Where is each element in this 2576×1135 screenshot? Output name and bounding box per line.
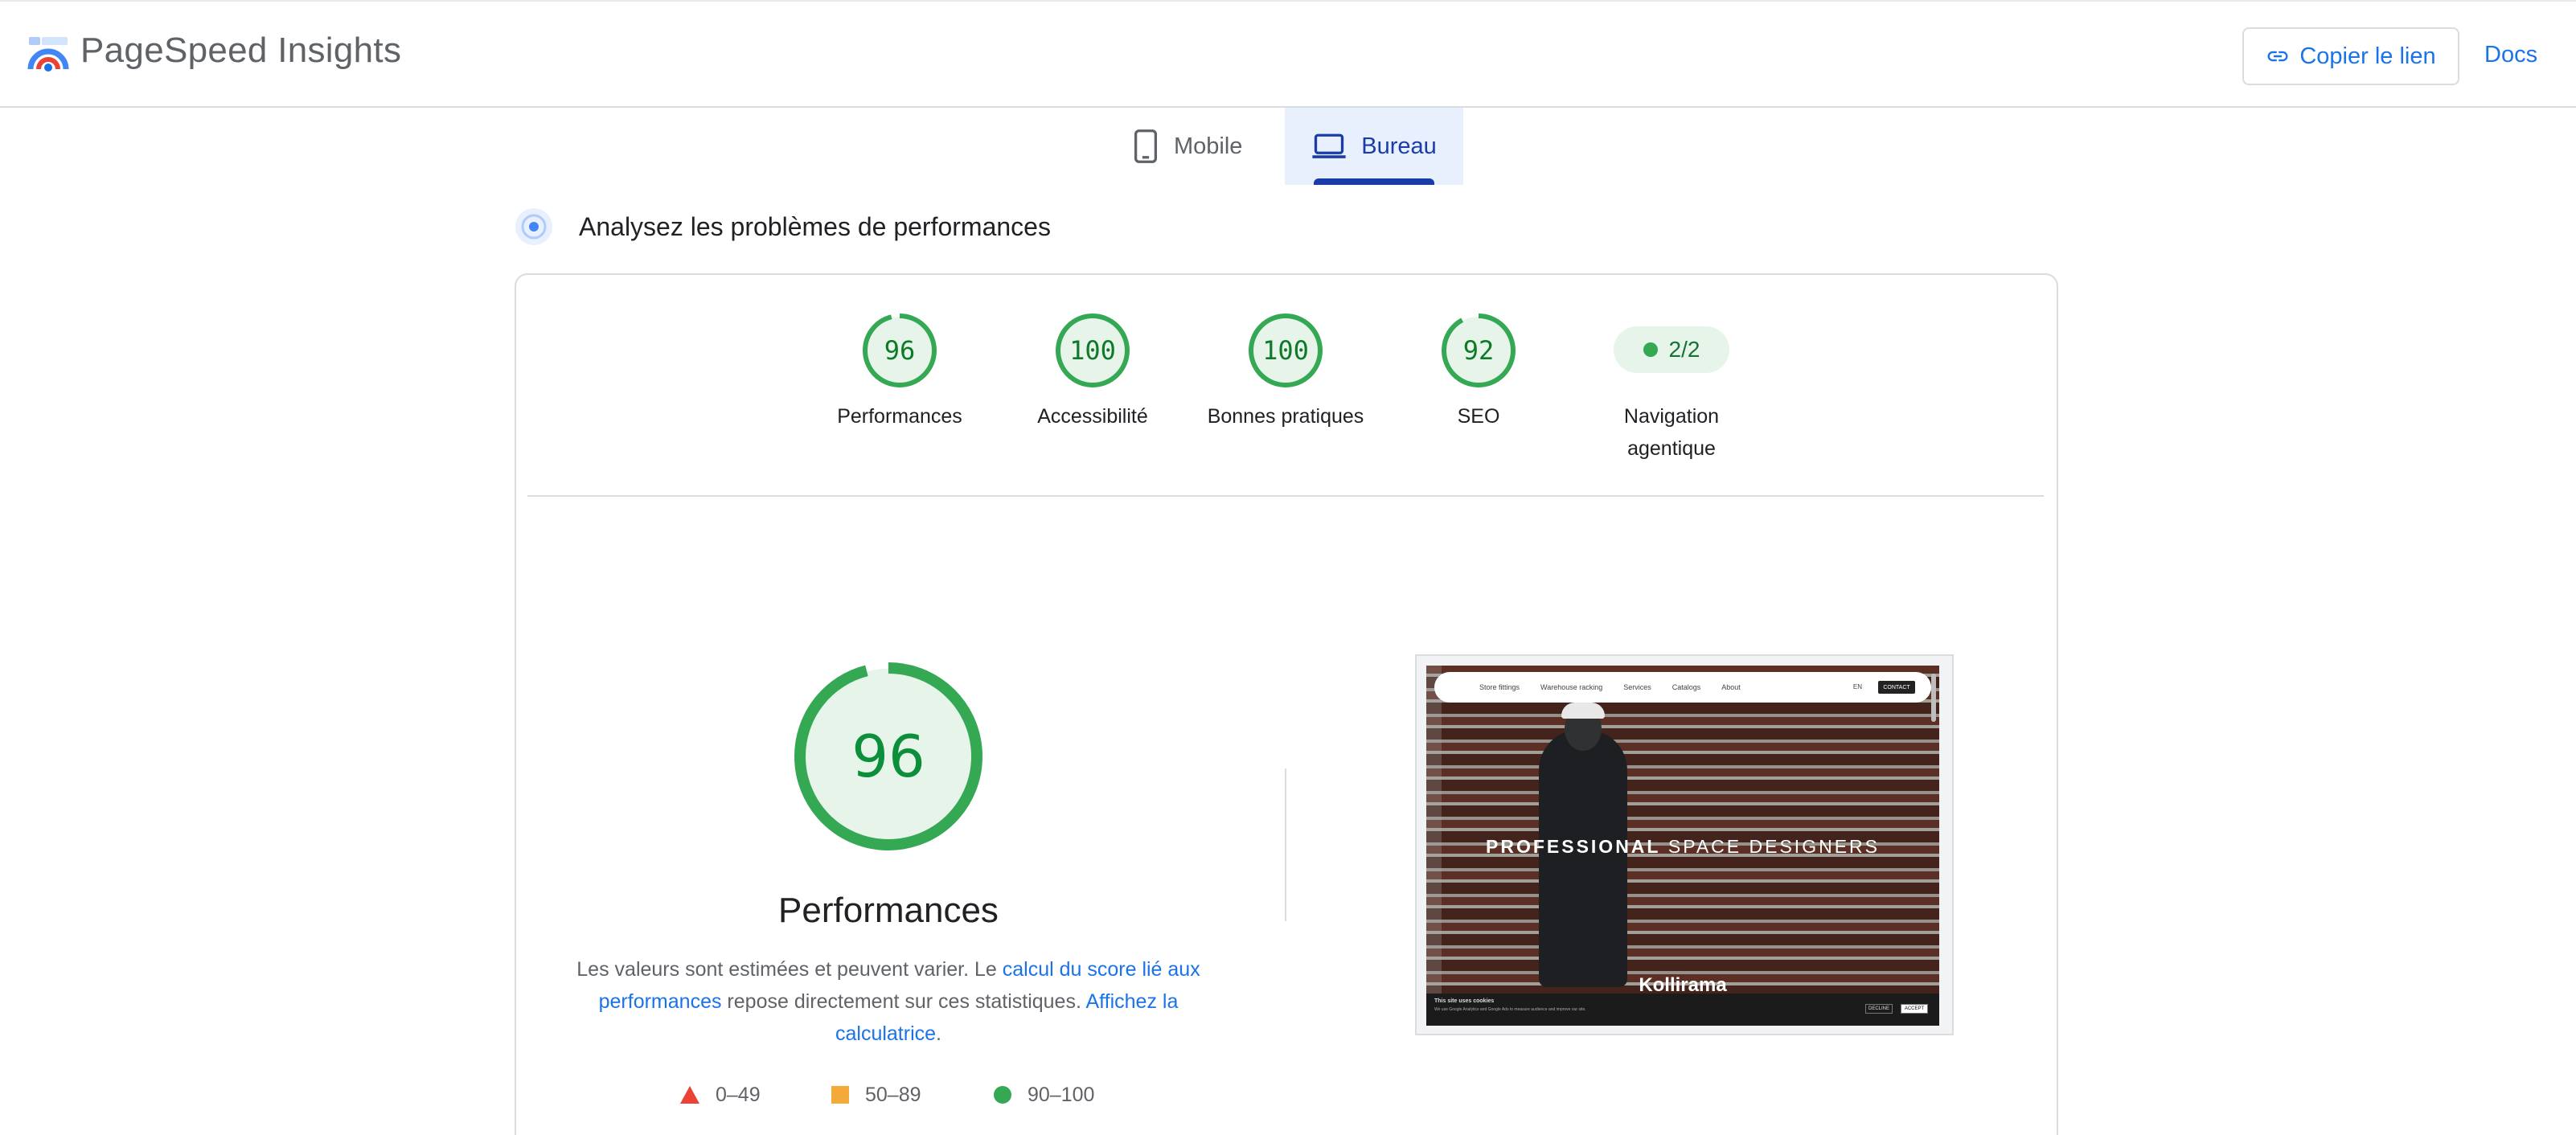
desc-text: Les valeurs sont estimées et peuvent var… <box>576 958 1003 981</box>
top-header: PageSpeed Insights Copier le lien Docs <box>0 0 2576 108</box>
category-best-practices[interactable]: 100 Bonnes pratiques <box>1189 312 1382 432</box>
legend-range: 90–100 <box>1028 1083 1095 1106</box>
site-cookie-banner: This site uses cookies We use Google Ana… <box>1426 994 1939 1026</box>
desc-text: . <box>936 1022 941 1045</box>
site-hero-text: PROFESSIONAL SPACE DESIGNERS <box>1426 836 1939 858</box>
site-navbar: Store fittings Warehouse racking Service… <box>1434 672 1931 703</box>
diagnose-icon <box>515 208 552 245</box>
desc-text: repose directement sur ces statistiques. <box>721 990 1086 1013</box>
category-label: Performances <box>837 405 962 428</box>
legend-range: 0–49 <box>716 1083 761 1106</box>
screenshot-viewport: Store fittings Warehouse racking Service… <box>1426 666 1939 1026</box>
score-gauge: 96 <box>863 313 937 387</box>
category-performance[interactable]: 96 Performances <box>803 312 996 432</box>
copy-link-label: Copier le lien <box>2299 43 2436 69</box>
pass-dot-icon <box>1643 342 1658 357</box>
site-contact-button: CONTACT <box>1878 681 1915 694</box>
copy-link-button[interactable]: Copier le lien <box>2242 27 2459 85</box>
section-title: Analysez les problèmes de performances <box>579 212 1051 241</box>
category-label: Bonnes pratiques <box>1207 405 1364 428</box>
score-value: 92 <box>1463 335 1495 366</box>
tab-desktop[interactable]: Bureau <box>1285 108 1463 185</box>
category-agentic-navigation[interactable]: 2/2 Navigation agentique <box>1575 312 1768 465</box>
agentic-score-pill: 2/2 <box>1614 326 1729 373</box>
cookie-title: This site uses cookies <box>1434 998 1495 1004</box>
tab-desktop-label: Bureau <box>1361 133 1437 159</box>
agentic-score-value: 2/2 <box>1668 337 1700 362</box>
mannequin-cap <box>1561 703 1605 719</box>
category-label: SEO <box>1457 405 1500 428</box>
performance-score-value: 96 <box>851 723 925 790</box>
legend-range: 50–89 <box>865 1083 921 1106</box>
legend-fail: 0–49 <box>680 1080 761 1109</box>
tab-mobile-label: Mobile <box>1174 133 1243 159</box>
category-label: Navigation agentique <box>1623 405 1720 460</box>
category-seo[interactable]: 92 SEO <box>1382 312 1575 432</box>
cookie-decline: DECLINE <box>1865 1004 1893 1014</box>
legend-pass: 90–100 <box>994 1080 1094 1109</box>
vertical-divider <box>1285 768 1286 921</box>
score-value: 100 <box>1262 335 1309 366</box>
site-nav-item: Catalogs <box>1672 683 1701 691</box>
performance-description: Les valeurs sont estimées et peuvent var… <box>563 953 1214 1050</box>
phone-icon <box>1134 129 1158 163</box>
score-gauge: 100 <box>1249 313 1323 387</box>
average-square-icon <box>831 1086 849 1104</box>
category-accessibility[interactable]: 100 Accessibilité <box>996 312 1189 432</box>
score-value: 96 <box>884 335 916 366</box>
site-nav-item: Store fittings <box>1479 683 1520 691</box>
site-scrollbar <box>1931 674 1936 722</box>
laptop-icon <box>1312 133 1346 158</box>
brand-title: PageSpeed Insights <box>80 31 402 70</box>
site-nav-item: Warehouse racking <box>1540 683 1603 691</box>
performance-title: Performances <box>778 891 999 930</box>
pagespeed-logo-icon <box>27 37 69 72</box>
link-icon <box>2267 51 2288 62</box>
score-gauge: 100 <box>1056 313 1130 387</box>
pass-circle-icon <box>994 1086 1011 1104</box>
page-screenshot[interactable]: Store fittings Warehouse racking Service… <box>1415 654 1954 1035</box>
category-label: Accessibilité <box>1037 405 1148 428</box>
mannequin-image <box>1539 730 1627 987</box>
hero-bold: PROFESSIONAL <box>1486 836 1661 857</box>
site-nav-item: About <box>1721 683 1741 691</box>
score-value: 100 <box>1069 335 1116 366</box>
card-divider <box>527 495 2044 497</box>
performance-gauge: 96 <box>794 662 982 850</box>
hero-rest: SPACE DESIGNERS <box>1660 836 1880 857</box>
tab-active-indicator <box>1314 178 1434 185</box>
site-lang: EN <box>1852 683 1862 690</box>
cookie-accept: ACCEPT <box>1901 1004 1928 1014</box>
fail-triangle-icon <box>680 1086 699 1104</box>
cookie-text: We use Google Analytics and Google Ads t… <box>1434 1007 1586 1012</box>
site-nav-item: Services <box>1623 683 1651 691</box>
legend-average: 50–89 <box>831 1080 921 1109</box>
docs-link[interactable]: Docs <box>2484 42 2537 68</box>
tab-mobile[interactable]: Mobile <box>1132 108 1285 185</box>
score-gauge: 92 <box>1442 313 1516 387</box>
